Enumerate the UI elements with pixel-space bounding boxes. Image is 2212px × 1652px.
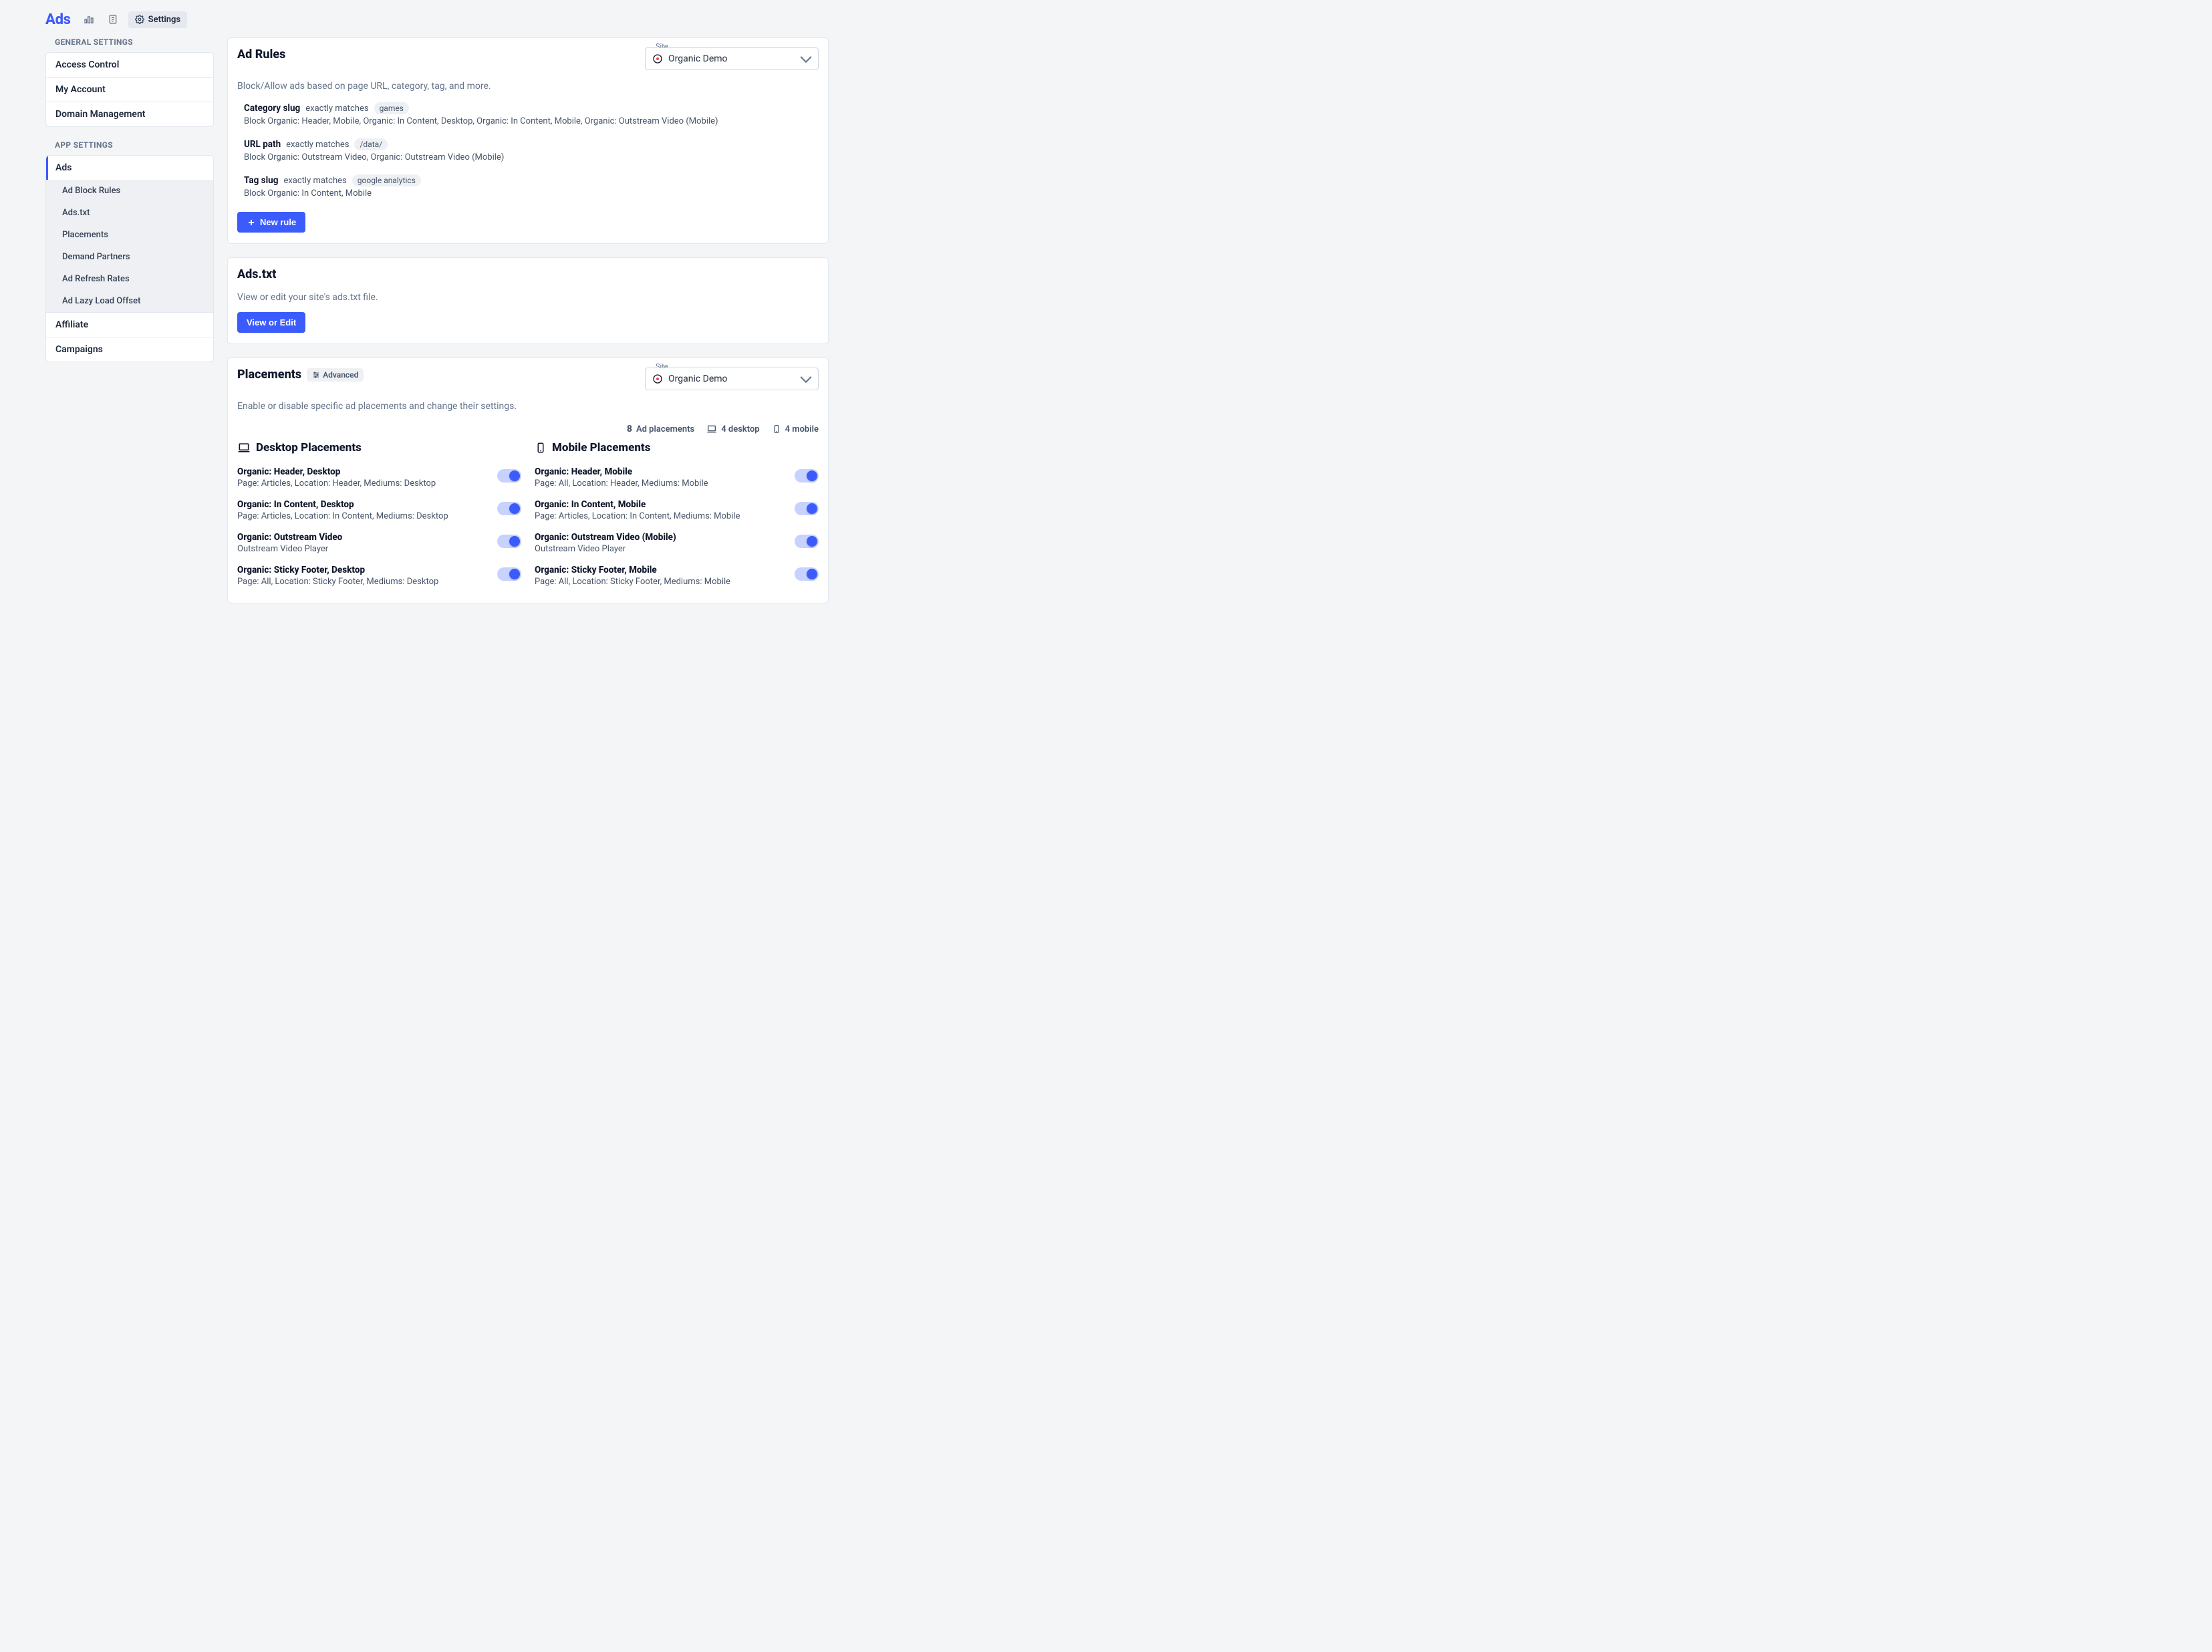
settings-tab-label: Settings — [148, 15, 180, 25]
placement-toggle[interactable] — [795, 567, 819, 581]
sidebar-subitem[interactable]: Ads.txt — [46, 202, 213, 224]
new-rule-button[interactable]: New rule — [237, 212, 305, 233]
placement-toggle[interactable] — [497, 535, 521, 548]
mobile-heading: Mobile Placements — [552, 441, 650, 454]
site-select-value-2: Organic Demo — [668, 374, 728, 384]
placement-row[interactable]: Organic: Outstream Video (Mobile) Outstr… — [535, 527, 819, 559]
rule-value-chip: google analytics — [352, 174, 421, 186]
sidebar-subitem[interactable]: Ad Block Rules — [46, 180, 213, 202]
rule-effect: Block Organic: In Content, Mobile — [244, 188, 819, 198]
sidebar-item[interactable]: Domain Management — [46, 102, 213, 126]
placements-total: 8 — [627, 424, 632, 434]
sidebar-item-ads[interactable]: Ads — [46, 156, 213, 180]
sidebar-app-header: APP SETTINGS — [45, 140, 214, 155]
placement-name: Organic: In Content, Desktop — [237, 499, 448, 510]
placement-toggle[interactable] — [497, 567, 521, 581]
sidebar-subitem[interactable]: Placements — [46, 224, 213, 246]
advanced-toggle[interactable]: Advanced — [307, 368, 364, 382]
placement-name: Organic: Sticky Footer, Desktop — [237, 565, 438, 575]
placement-toggle[interactable] — [795, 535, 819, 548]
placement-detail: Page: Articles, Location: In Content, Me… — [237, 511, 448, 521]
placement-detail: Page: All, Location: Sticky Footer, Medi… — [535, 577, 730, 587]
sidebar-subitem[interactable]: Demand Partners — [46, 246, 213, 268]
advanced-label: Advanced — [323, 370, 358, 380]
placement-detail: Outstream Video Player — [237, 544, 342, 554]
gear-icon — [135, 15, 144, 24]
placement-toggle[interactable] — [497, 469, 521, 483]
settings-tab[interactable]: Settings — [128, 11, 187, 28]
rule-field: Tag slug — [244, 175, 278, 186]
rule-match: exactly matches — [286, 140, 349, 150]
app-brand: Ads — [45, 11, 71, 28]
adstxt-title: Ads.txt — [237, 267, 276, 281]
ad-rules-title: Ad Rules — [237, 47, 285, 61]
site-select-2[interactable]: Organic Demo — [645, 368, 819, 390]
rule-effect: Block Organic: Outstream Video, Organic:… — [244, 152, 819, 162]
rule-match: exactly matches — [283, 176, 346, 186]
adstxt-desc: View or edit your site's ads.txt file. — [228, 288, 828, 309]
rule-field: Category slug — [244, 103, 300, 114]
placement-detail: Page: All, Location: Header, Mediums: Mo… — [535, 478, 708, 489]
placement-name: Organic: Outstream Video — [237, 532, 342, 543]
placement-toggle[interactable] — [497, 502, 521, 515]
desktop-count: 4 desktop — [721, 424, 759, 434]
placements-title: Placements — [237, 368, 301, 382]
placement-detail: Page: All, Location: Sticky Footer, Medi… — [237, 577, 438, 587]
placements-total-label: Ad placements — [636, 424, 694, 434]
ad-rules-desc: Block/Allow ads based on page URL, categ… — [228, 77, 828, 98]
sidebar-subitem[interactable]: Ad Refresh Rates — [46, 268, 213, 290]
sidebar-item-campaigns[interactable]: Campaigns — [46, 337, 213, 362]
placement-name: Organic: Outstream Video (Mobile) — [535, 532, 676, 543]
new-rule-label: New rule — [260, 217, 296, 227]
placement-row[interactable]: Organic: Sticky Footer, Mobile Page: All… — [535, 559, 819, 592]
rule-row[interactable]: Tag slug exactly matches google analytic… — [244, 174, 819, 198]
placement-toggle[interactable] — [795, 502, 819, 515]
placement-name: Organic: Header, Mobile — [535, 466, 708, 477]
sliders-icon — [312, 371, 320, 379]
rule-match: exactly matches — [305, 104, 368, 114]
rule-value-chip: games — [374, 102, 409, 114]
site-select[interactable]: Organic Demo — [645, 47, 819, 70]
sidebar-general-header: GENERAL SETTINGS — [45, 37, 214, 52]
document-icon[interactable] — [104, 11, 122, 28]
sidebar-subitem[interactable]: Ad Lazy Load Offset — [46, 290, 213, 312]
laptop-icon — [237, 441, 251, 454]
placement-name: Organic: Sticky Footer, Mobile — [535, 565, 730, 575]
placement-row[interactable]: Organic: In Content, Mobile Page: Articl… — [535, 494, 819, 527]
mobile-count: 4 mobile — [785, 424, 819, 434]
placements-desc: Enable or disable specific ad placements… — [228, 397, 828, 418]
placement-row[interactable]: Organic: In Content, Desktop Page: Artic… — [237, 494, 521, 527]
laptop-icon — [706, 424, 717, 434]
rule-field: URL path — [244, 139, 281, 150]
mobile-icon — [535, 441, 547, 454]
rule-row[interactable]: Category slug exactly matches games Bloc… — [244, 102, 819, 126]
mobile-icon — [772, 424, 781, 434]
placement-toggle[interactable] — [795, 469, 819, 483]
rule-effect: Block Organic: Header, Mobile, Organic: … — [244, 116, 819, 126]
rule-row[interactable]: URL path exactly matches /data/ Block Or… — [244, 138, 819, 162]
placement-detail: Page: Articles, Location: Header, Medium… — [237, 478, 436, 489]
site-select-value: Organic Demo — [668, 53, 728, 64]
placement-name: Organic: In Content, Mobile — [535, 499, 740, 510]
placement-name: Organic: Header, Desktop — [237, 466, 436, 477]
sidebar-item[interactable]: My Account — [46, 77, 213, 102]
placement-detail: Outstream Video Player — [535, 544, 676, 554]
plus-icon — [247, 218, 256, 227]
placement-row[interactable]: Organic: Outstream Video Outstream Video… — [237, 527, 521, 559]
placement-row[interactable]: Organic: Sticky Footer, Desktop Page: Al… — [237, 559, 521, 592]
sidebar-item[interactable]: Access Control — [46, 53, 213, 77]
placement-detail: Page: Articles, Location: In Content, Me… — [535, 511, 740, 521]
sidebar-item-affiliate[interactable]: Affiliate — [46, 312, 213, 337]
placement-row[interactable]: Organic: Header, Desktop Page: Articles,… — [237, 461, 521, 494]
desktop-heading: Desktop Placements — [256, 441, 362, 454]
analytics-icon[interactable] — [80, 11, 98, 28]
organic-logo-icon — [652, 53, 663, 64]
rule-value-chip: /data/ — [354, 138, 388, 150]
adstxt-view-edit-button[interactable]: View or Edit — [237, 312, 305, 333]
placement-row[interactable]: Organic: Header, Mobile Page: All, Locat… — [535, 461, 819, 494]
organic-logo-icon — [652, 374, 663, 384]
